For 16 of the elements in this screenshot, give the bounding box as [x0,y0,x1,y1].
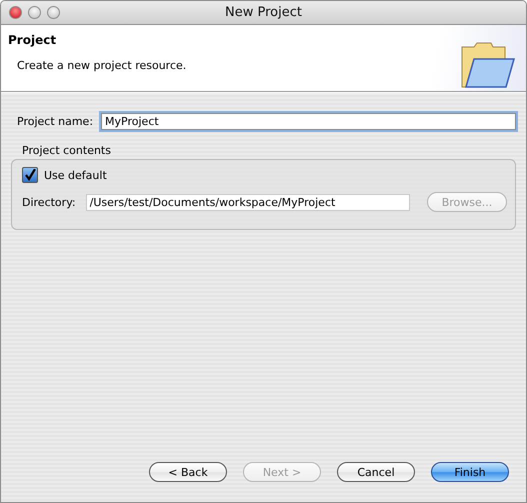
dialog-button[interactable]: < Back [149,462,227,482]
project-name-field[interactable]: MyProject [101,113,516,130]
minimize-button[interactable] [28,6,41,19]
field-label: Directory: [22,196,76,208]
directory-field[interactable]: /Users/test/Documents/workspace/MyProject [86,194,410,210]
window-title: New Project [225,5,302,20]
page-title: Project [8,33,58,47]
dialog-button[interactable]: Cancel [337,462,415,482]
field-label: Project name: [17,115,94,128]
checkbox[interactable] [22,167,38,183]
close-button[interactable] [9,6,22,19]
page-description: Create a new project resource. [16,59,186,72]
checkbox-label: Use default [44,168,107,182]
group-label: Project contents [22,144,111,157]
dialog-button[interactable]: Finish [431,462,509,482]
zoom-button[interactable] [47,6,60,19]
